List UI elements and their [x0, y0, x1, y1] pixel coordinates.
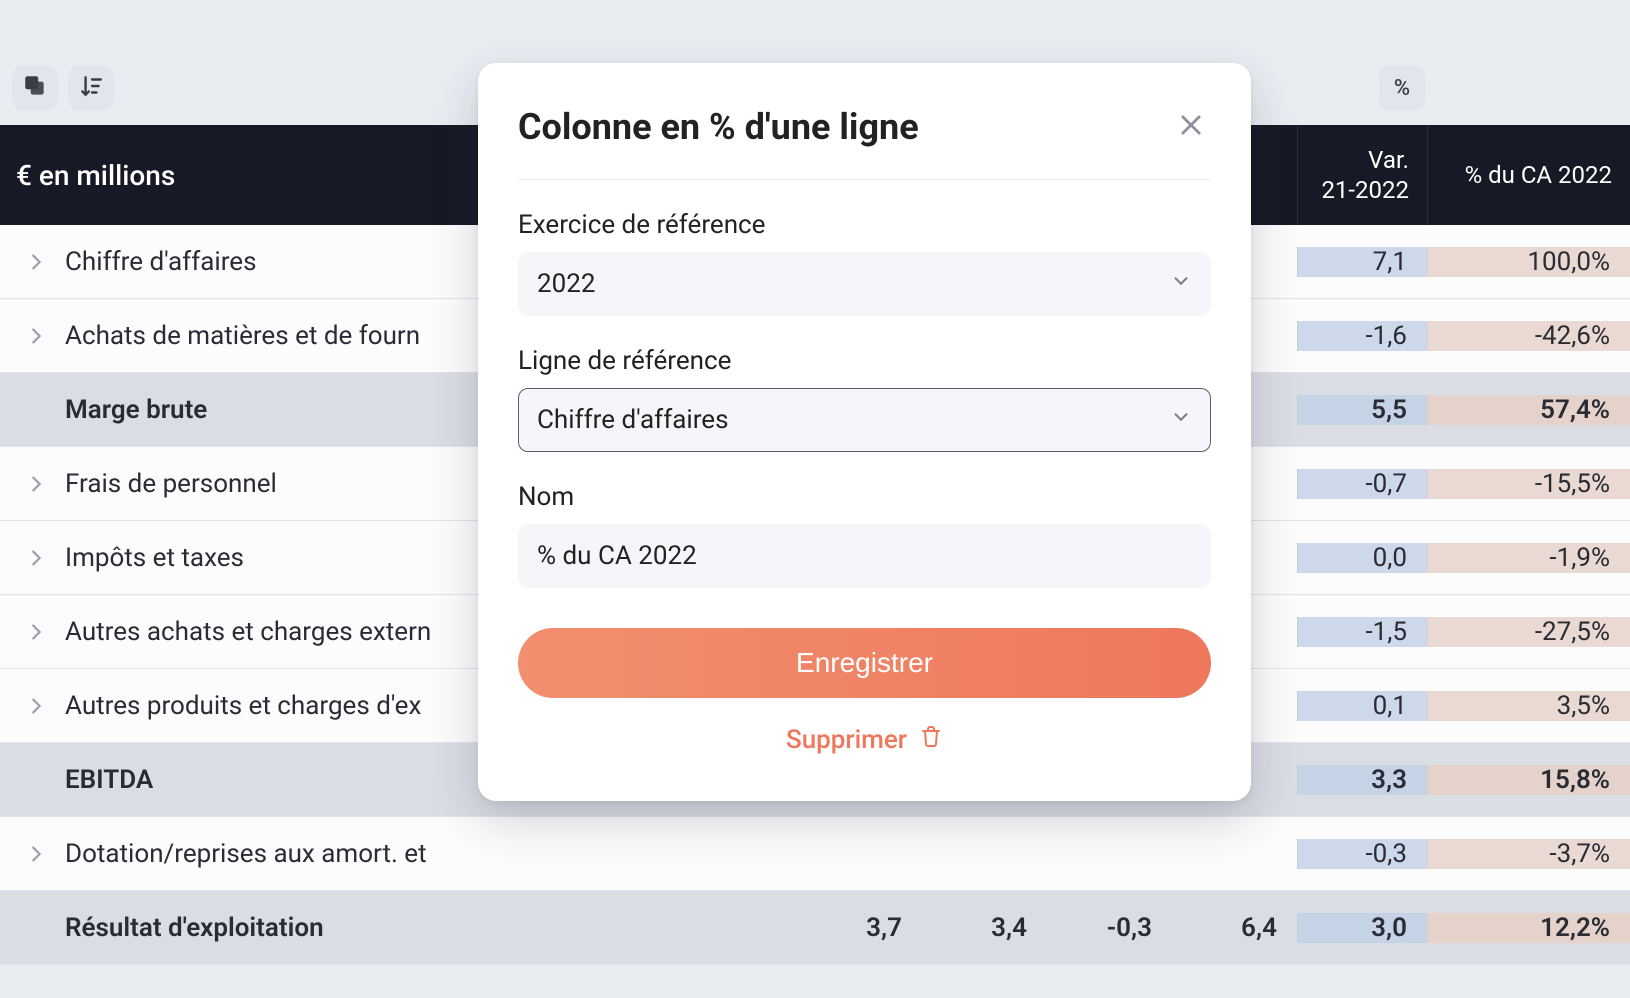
year-select-value: 2022	[537, 269, 595, 299]
var-cell: -0,3	[1297, 839, 1427, 869]
save-button[interactable]: Enregistrer	[518, 628, 1211, 698]
delete-button-label: Supprimer	[786, 725, 907, 755]
ratio-cell: 15,8%	[1427, 765, 1630, 795]
ratio-cell: 3,5%	[1427, 691, 1630, 721]
name-input[interactable]	[537, 541, 1160, 571]
row-label: Impôts et taxes	[65, 543, 244, 573]
row-label: Autres produits et charges d'ex	[65, 691, 421, 721]
table-row[interactable]: Résultat d'exploitation 3,73,4-0,36,43,01…	[0, 891, 1630, 965]
var-cell: 3,0	[1297, 913, 1427, 943]
name-label: Nom	[518, 482, 1211, 512]
var-cell: -0,7	[1297, 469, 1427, 499]
header-ratio-col[interactable]: % du CA 2022	[1427, 125, 1630, 225]
var-cell: 5,5	[1297, 395, 1427, 425]
var-cell: 0,0	[1297, 543, 1427, 573]
var-cell: -1,6	[1297, 321, 1427, 351]
sort-icon	[78, 73, 104, 103]
cell: -0,3	[1047, 913, 1172, 943]
var-cell: 0,1	[1297, 691, 1427, 721]
chevron-right-icon[interactable]	[21, 843, 51, 865]
save-button-label: Enregistrer	[796, 647, 933, 678]
close-button[interactable]	[1171, 105, 1211, 149]
percent-column-modal: Colonne en % d'une ligne Exercice de réf…	[478, 63, 1251, 801]
percent-column-button[interactable]: %	[1379, 65, 1425, 111]
ratio-cell: -3,7%	[1427, 839, 1630, 869]
var-cell: 3,3	[1297, 765, 1427, 795]
ratio-cell: 57,4%	[1427, 395, 1630, 425]
ratio-cell: 12,2%	[1427, 913, 1630, 943]
row-label: Marge brute	[65, 395, 207, 425]
ratio-cell: -42,6%	[1427, 321, 1630, 351]
cell: 3,4	[922, 913, 1047, 943]
row-label: EBITDA	[65, 765, 153, 795]
cell: 6,4	[1172, 913, 1297, 943]
close-icon	[1177, 124, 1205, 143]
chevron-right-icon[interactable]	[21, 547, 51, 569]
ratio-cell: -15,5%	[1427, 469, 1630, 499]
chevron-down-icon	[1170, 405, 1192, 435]
year-label: Exercice de référence	[518, 210, 1211, 240]
var-cell: 7,1	[1297, 247, 1427, 277]
ratio-cell: -1,9%	[1427, 543, 1630, 573]
line-select[interactable]: Chiffre d'affaires	[518, 388, 1211, 452]
duplicate-button[interactable]	[12, 65, 58, 111]
sort-button[interactable]	[68, 65, 114, 111]
header-var-col[interactable]: Var. 21-2022	[1297, 125, 1427, 225]
chevron-right-icon[interactable]	[21, 325, 51, 347]
modal-title: Colonne en % d'une ligne	[518, 106, 919, 148]
row-label: Résultat d'exploitation	[65, 913, 324, 943]
name-input-wrap	[518, 524, 1211, 588]
chevron-right-icon[interactable]	[21, 695, 51, 717]
row-label: Achats de matières et de fourn	[65, 321, 420, 351]
table-row[interactable]: Dotation/reprises aux amort. et -0,3-3,7%	[0, 817, 1630, 891]
chevron-right-icon[interactable]	[21, 251, 51, 273]
header-unit-label: € en millions	[0, 159, 480, 192]
chevron-right-icon[interactable]	[21, 473, 51, 495]
year-select[interactable]: 2022	[518, 252, 1211, 316]
row-label: Dotation/reprises aux amort. et	[65, 839, 427, 869]
copy-icon	[22, 73, 48, 103]
trash-icon	[919, 724, 943, 755]
percent-icon: %	[1394, 76, 1410, 101]
cell: 3,7	[797, 913, 922, 943]
row-label: Frais de personnel	[65, 469, 277, 499]
ratio-cell: 100,0%	[1427, 247, 1630, 277]
delete-button[interactable]: Supprimer	[518, 724, 1211, 755]
row-label: Autres achats et charges extern	[65, 617, 431, 647]
row-label: Chiffre d'affaires	[65, 247, 256, 277]
line-label: Ligne de référence	[518, 346, 1211, 376]
var-cell: -1,5	[1297, 617, 1427, 647]
line-select-value: Chiffre d'affaires	[537, 405, 728, 435]
chevron-right-icon[interactable]	[21, 621, 51, 643]
chevron-down-icon	[1170, 269, 1192, 299]
ratio-cell: -27,5%	[1427, 617, 1630, 647]
